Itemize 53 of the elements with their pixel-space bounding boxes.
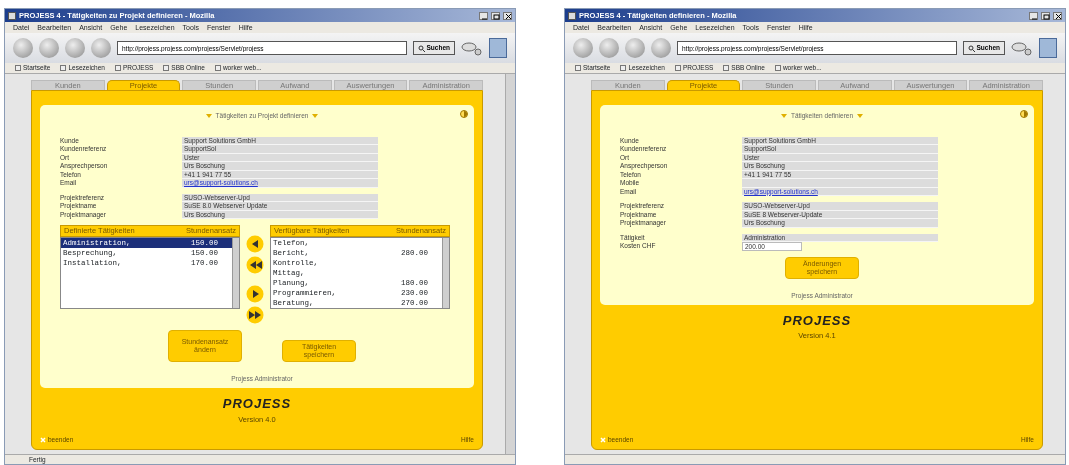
- bookmark-icon: [575, 65, 581, 71]
- bookmark-icon: [620, 65, 627, 71]
- logo: PROJESS: [222, 395, 292, 413]
- move-all-left-button[interactable]: [246, 256, 264, 275]
- maximize-button[interactable]: [491, 11, 500, 20]
- app-icon: [568, 11, 576, 20]
- help-icon[interactable]: [460, 110, 468, 118]
- list-scrollbar[interactable]: [232, 238, 239, 309]
- back-button[interactable]: [573, 38, 593, 58]
- app-icon: [8, 11, 16, 20]
- triangle-icon: [312, 113, 319, 118]
- triangle-icon: [857, 113, 864, 118]
- close-icon: [40, 437, 46, 444]
- search-icon: [417, 44, 425, 52]
- forward-button[interactable]: [599, 38, 619, 58]
- bookmark-icon: [674, 65, 681, 71]
- bookmark-icon: [723, 65, 730, 71]
- back-button[interactable]: [13, 38, 33, 58]
- scrollbar[interactable]: [505, 74, 515, 454]
- sidebar-icon[interactable]: [489, 38, 507, 58]
- maximize-icon: [1042, 12, 1051, 21]
- logo: PROJESS: [782, 311, 852, 330]
- reload-button[interactable]: [625, 38, 645, 58]
- close-icon: [1054, 12, 1063, 21]
- close-icon: [504, 12, 513, 21]
- move-all-right-button[interactable]: [246, 306, 264, 325]
- move-right-button[interactable]: [246, 285, 264, 304]
- triangle-icon: [205, 113, 212, 118]
- forward-button[interactable]: [39, 38, 59, 58]
- maximize-button[interactable]: [1041, 11, 1050, 20]
- reload-button[interactable]: [65, 38, 85, 58]
- help-icon[interactable]: [1020, 110, 1028, 118]
- tools-icon[interactable]: [461, 39, 483, 57]
- tools-icon[interactable]: [1011, 39, 1033, 57]
- close-button[interactable]: [503, 11, 512, 20]
- bookmark-icon: [60, 65, 67, 71]
- minimize-button[interactable]: [1029, 11, 1038, 20]
- close-icon: [600, 437, 606, 444]
- list-scrollbar[interactable]: [442, 238, 449, 309]
- stop-button[interactable]: [91, 38, 111, 58]
- sidebar-icon[interactable]: [1039, 38, 1057, 58]
- bookmark-icon: [214, 65, 221, 71]
- search-icon: [967, 44, 975, 52]
- move-left-button[interactable]: [246, 235, 264, 254]
- close-button[interactable]: [1053, 11, 1062, 20]
- bookmark-icon: [114, 65, 121, 71]
- bookmark-icon: [163, 65, 170, 71]
- maximize-icon: [492, 12, 501, 21]
- minimize-button[interactable]: [479, 11, 488, 20]
- bookmark-icon: [774, 65, 781, 71]
- stop-button[interactable]: [651, 38, 671, 58]
- triangle-icon: [780, 113, 787, 118]
- bookmark-icon: [15, 65, 21, 71]
